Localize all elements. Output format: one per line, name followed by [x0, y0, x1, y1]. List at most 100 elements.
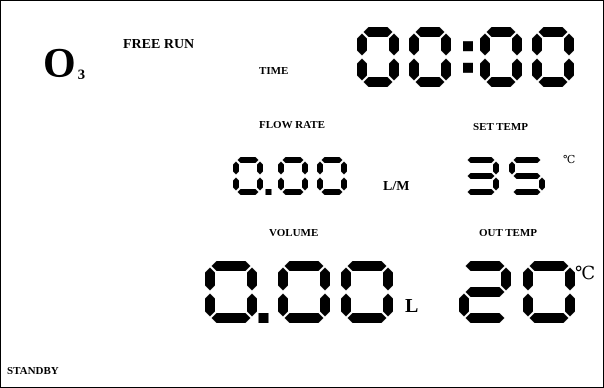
segment-f	[357, 33, 367, 56]
segment-c	[389, 58, 399, 81]
segment-e	[341, 293, 351, 317]
digit-0	[278, 157, 308, 195]
segment-a	[513, 157, 541, 163]
digit-0	[532, 27, 574, 87]
segment-c	[565, 293, 575, 317]
segment-c	[320, 293, 330, 317]
segment-f	[532, 33, 542, 56]
segment-f	[233, 161, 239, 175]
decimal-point	[265, 189, 272, 195]
segment-d	[467, 189, 495, 195]
out-temp-label: OUT TEMP	[479, 227, 537, 239]
flow-rate-display	[233, 157, 347, 195]
segment-d	[538, 77, 568, 87]
digit-0	[409, 27, 451, 87]
time-display	[357, 27, 574, 87]
segment-d	[282, 189, 304, 195]
segment-a	[347, 261, 387, 271]
decimal-point	[258, 313, 269, 323]
gas-subscript: 3	[77, 67, 86, 83]
colon-dot	[463, 62, 473, 73]
segment-f	[317, 161, 323, 175]
segment-b	[564, 33, 574, 56]
set-temp-unit: ℃	[563, 154, 576, 166]
segment-c	[247, 293, 257, 317]
segment-f	[278, 161, 284, 175]
digit-0	[205, 261, 257, 323]
segment-g	[465, 287, 505, 297]
digit-0	[480, 27, 522, 87]
segment-d	[529, 313, 569, 323]
segment-a	[237, 157, 259, 163]
segment-e	[357, 58, 367, 81]
volume-display	[205, 261, 393, 323]
ozone-symbol: O3	[43, 43, 85, 85]
flow-rate-unit: L/M	[383, 179, 410, 194]
segment-c	[539, 177, 545, 191]
segment-a	[282, 157, 304, 163]
out-temp-display	[459, 261, 575, 323]
segment-a	[465, 261, 505, 271]
segment-d	[363, 77, 393, 87]
gas-symbol: O	[43, 41, 76, 87]
segment-b	[512, 33, 522, 56]
segment-e	[480, 58, 490, 81]
segment-d	[513, 189, 541, 195]
segment-f	[523, 267, 533, 291]
segment-d	[284, 313, 324, 323]
segment-f	[480, 33, 490, 56]
segment-a	[538, 27, 568, 37]
segment-c	[441, 58, 451, 81]
digit-3	[467, 157, 499, 195]
segment-a	[284, 261, 324, 271]
volume-label: VOLUME	[269, 227, 319, 239]
segment-c	[564, 58, 574, 81]
digit-5	[509, 157, 545, 195]
segment-f	[409, 33, 419, 56]
segment-e	[317, 177, 323, 191]
segment-c	[257, 177, 263, 191]
segment-b	[565, 267, 575, 291]
segment-f	[341, 267, 351, 291]
segment-f	[205, 267, 215, 291]
digit-0	[357, 27, 399, 87]
segment-b	[341, 161, 347, 175]
out-temp-unit: ℃	[575, 263, 596, 283]
segment-e	[278, 177, 284, 191]
segment-d	[237, 189, 259, 195]
segment-b	[389, 33, 399, 56]
segment-d	[321, 189, 343, 195]
segment-b	[247, 267, 257, 291]
segment-g	[513, 173, 541, 179]
digit-2	[459, 261, 511, 323]
segment-b	[441, 33, 451, 56]
mode-label: FREE RUN	[123, 37, 195, 52]
segment-a	[467, 157, 495, 163]
digit-0	[341, 261, 393, 323]
segment-c	[302, 177, 308, 191]
segment-d	[347, 313, 387, 323]
volume-unit: L	[405, 295, 419, 317]
segment-e	[233, 177, 239, 191]
segment-a	[321, 157, 343, 163]
segment-a	[486, 27, 516, 37]
segment-a	[529, 261, 569, 271]
segment-c	[341, 177, 347, 191]
digit-0	[317, 157, 347, 195]
segment-c	[383, 293, 393, 317]
segment-f	[509, 161, 515, 175]
segment-e	[409, 58, 419, 81]
digit-0	[278, 261, 330, 323]
segment-b	[501, 267, 511, 291]
segment-d	[486, 77, 516, 87]
set-temp-display	[467, 157, 545, 195]
segment-c	[512, 58, 522, 81]
digit-0	[523, 261, 575, 323]
set-temp-label: SET TEMP	[473, 121, 528, 133]
lcd-screen: O3 FREE RUN TIME FLOW RATE SET TEMP L/M …	[0, 0, 604, 388]
segment-e	[532, 58, 542, 81]
flow-rate-label: FLOW RATE	[259, 119, 325, 131]
segment-f	[278, 267, 288, 291]
segment-a	[363, 27, 393, 37]
segment-e	[205, 293, 215, 317]
